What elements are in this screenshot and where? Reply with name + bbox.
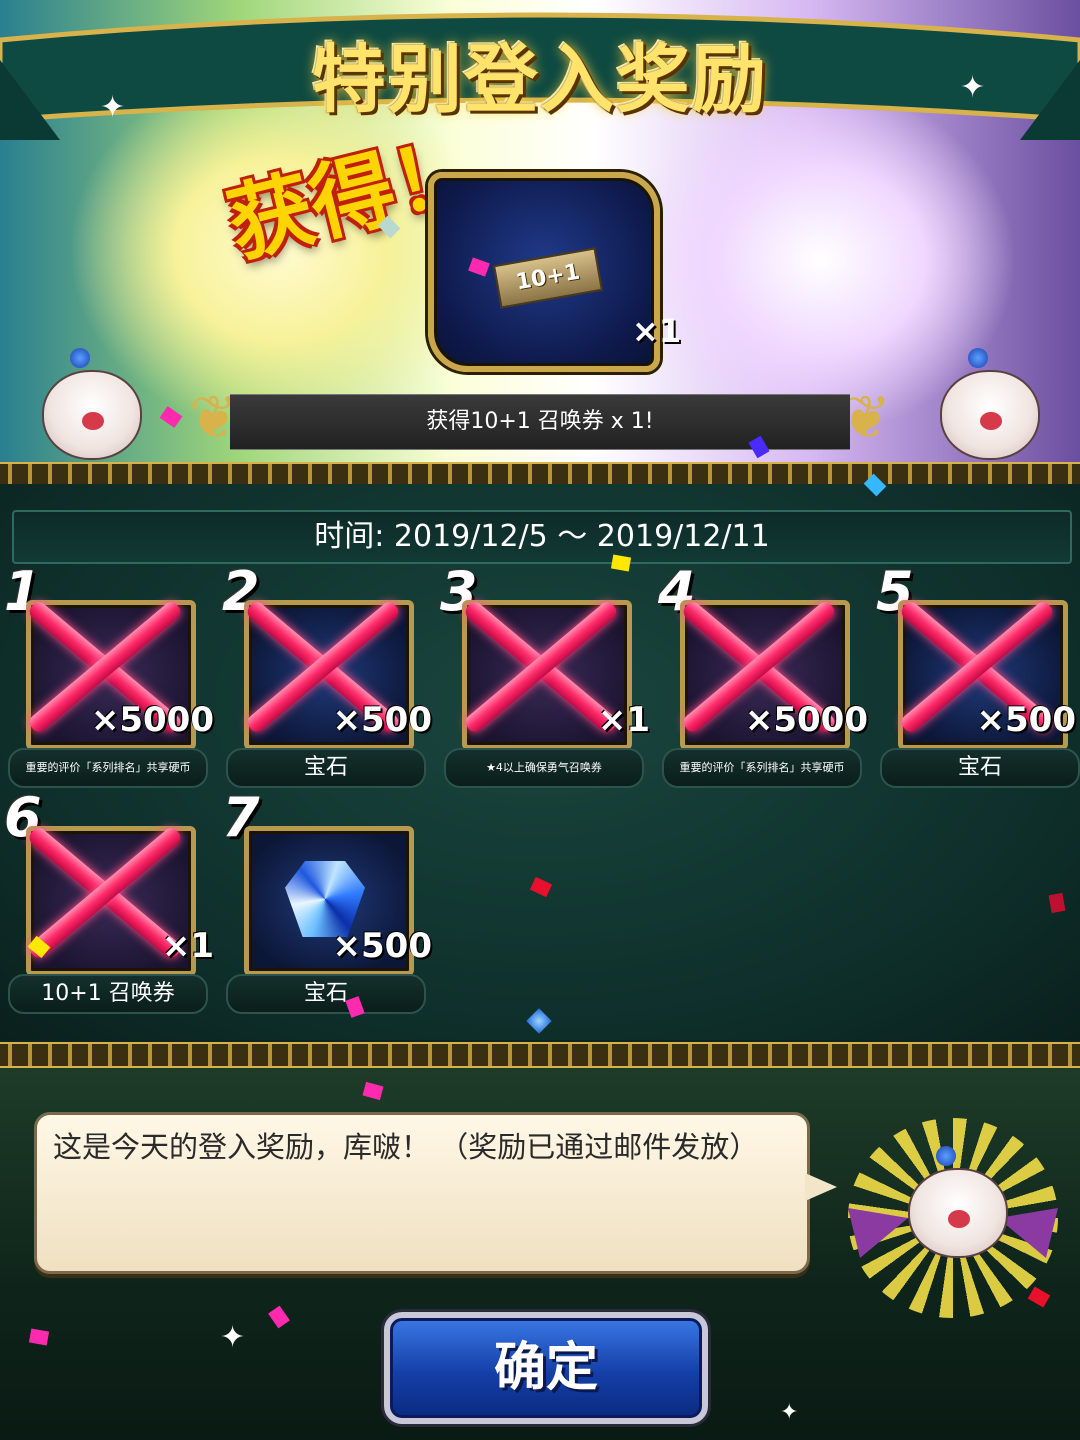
- date-range: 时间: 2019/12/5 ～ 2019/12/11: [12, 510, 1072, 564]
- item-quantity: ×1: [161, 926, 214, 966]
- confetti-icon: [1048, 892, 1066, 914]
- day-card-5: 5 ×500 宝石: [876, 560, 1080, 788]
- item-name: ★4以上确保勇气召唤券: [444, 748, 644, 788]
- item-name: 重要的评价「系列排名」共享硬币: [8, 748, 208, 788]
- reward-item-frame: 10+1: [428, 172, 660, 372]
- item-name: 宝石: [226, 748, 426, 788]
- day-card-4: 4 ×5000 重要的评价「系列排名」共享硬币: [658, 560, 868, 788]
- speech-bubble: 这是今天的登入奖励，库啵！ （奖励已通过邮件发放）: [34, 1112, 837, 1274]
- day-card-2: 2 ×500 宝石: [222, 560, 432, 788]
- sparkle-icon: ✦: [100, 90, 126, 125]
- day-card-6: 6 ×1 10+1 召唤券: [4, 786, 214, 1014]
- item-name: 重要的评价「系列排名」共享硬币: [662, 748, 862, 788]
- item-quantity: ×500: [332, 926, 432, 966]
- confirm-button[interactable]: 确定: [384, 1312, 708, 1424]
- day-card-1: 1 ×5000 重要的评价「系列排名」共享硬币: [4, 560, 214, 788]
- dialog-text: 这是今天的登入奖励，库啵！ （奖励已通过邮件发放）: [53, 1130, 759, 1164]
- moogle-mascot-icon: [22, 348, 152, 470]
- sparkle-icon: ✦: [780, 1400, 799, 1425]
- item-quantity: ×5000: [90, 700, 214, 740]
- item-quantity: ×1: [597, 700, 650, 740]
- banner-title: 特别登入奖励: [312, 37, 768, 123]
- item-name: 宝石: [880, 748, 1080, 788]
- item-name: 10+1 召唤券: [8, 974, 208, 1014]
- moogle-mascot-icon: [848, 1118, 1058, 1318]
- sparkle-icon: ✦: [220, 1320, 246, 1355]
- confetti-icon: [610, 554, 632, 572]
- item-name: 宝石: [226, 974, 426, 1014]
- day-card-7: 7 ×500 宝石: [222, 786, 432, 1014]
- day-card-3: 3 ×1 ★4以上确保勇气召唤券: [440, 560, 650, 788]
- item-quantity: ×500: [332, 700, 432, 740]
- confetti-icon: [28, 1328, 50, 1346]
- summon-ticket-icon: 10+1: [492, 247, 604, 309]
- panel-bottom-border: [0, 1042, 1080, 1068]
- sparkle-icon: ✦: [960, 70, 986, 105]
- reward-count: ×1: [632, 312, 682, 350]
- item-quantity: ×500: [976, 700, 1076, 740]
- moogle-mascot-icon: [920, 348, 1050, 470]
- item-quantity: ×5000: [744, 700, 868, 740]
